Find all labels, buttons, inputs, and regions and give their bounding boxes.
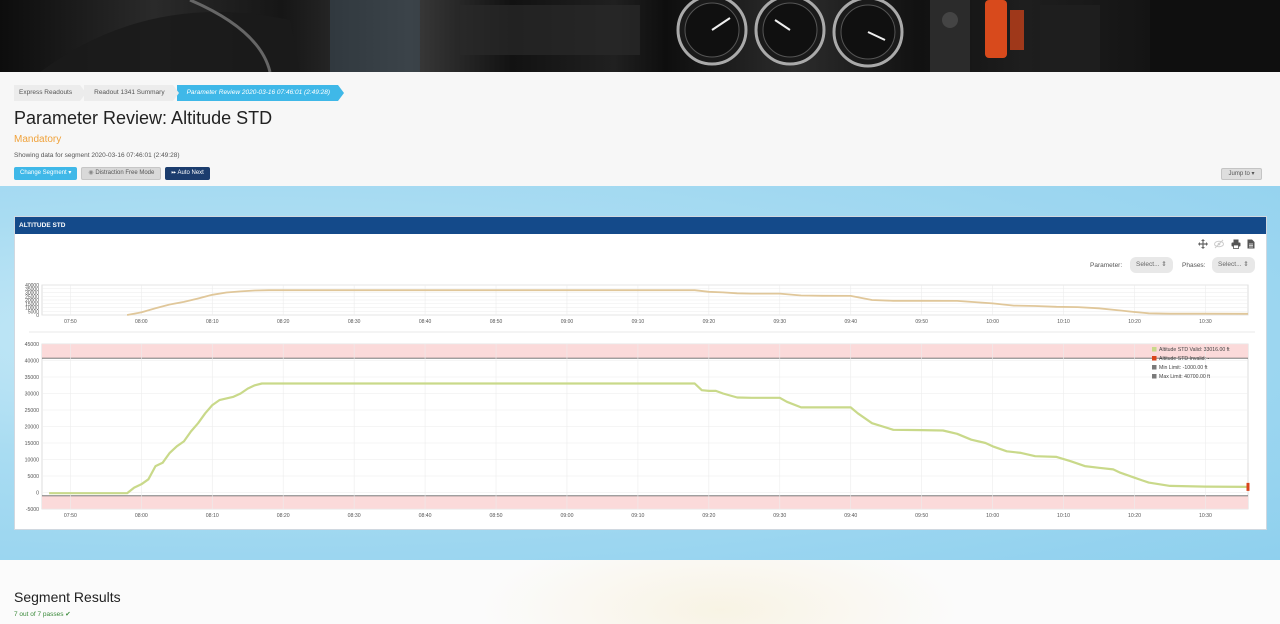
main-y-tick-label: -5000: [26, 507, 39, 513]
invalid-marker: [1246, 482, 1250, 491]
page-title: Parameter Review: Altitude STD: [14, 108, 273, 128]
main-y-tick-label: 35000: [25, 375, 40, 381]
legend-swatch: [1152, 356, 1157, 361]
overview-x-tick-label: 08:50: [490, 319, 503, 325]
overview-x-tick-label: 09:40: [844, 319, 857, 325]
main-x-tick-label: 08:00: [135, 513, 148, 519]
legend-label: Min Limit: -1000.00 ft: [1159, 365, 1208, 371]
hero-banner: [0, 0, 1280, 72]
auto-next-button[interactable]: ⏩︎ Auto Next: [165, 167, 210, 180]
breadcrumb-item-readout-summary[interactable]: Readout 1341 Summary: [84, 85, 180, 101]
min-limit-band: [42, 495, 1248, 509]
main-x-tick-label: 08:50: [490, 513, 503, 519]
overview-y-tick-label: 40000: [25, 283, 39, 289]
overview-x-tick-label: 09:30: [774, 319, 787, 325]
legend-swatch: [1152, 374, 1157, 379]
main-y-tick-label: 25000: [25, 408, 40, 414]
caret-down-icon: ▾: [68, 170, 72, 176]
breadcrumb-item-parameter-review[interactable]: Parameter Review 2020-03-16 07:46:01 (2:…: [176, 85, 345, 101]
change-segment-label: Change Segment: [20, 170, 67, 176]
distraction-free-button[interactable]: ◉ Distraction Free Mode: [81, 167, 162, 180]
main-y-tick-label: 20000: [25, 425, 40, 431]
main-y-tick-label: 10000: [25, 458, 40, 464]
main-x-tick-label: 10:10: [1057, 513, 1070, 519]
change-segment-button[interactable]: Change Segment ▾: [14, 167, 78, 180]
overview-x-tick-label: 09:20: [703, 319, 716, 325]
overview-x-tick-label: 08:30: [348, 319, 361, 325]
main-x-tick-label: 09:30: [773, 513, 786, 519]
main-x-tick-label: 08:40: [419, 513, 432, 519]
segment-results-title: Segment Results: [14, 589, 121, 605]
caret-down-icon: ▾: [1251, 171, 1255, 177]
segment-info: Showing data for segment 2020-03-16 07:4…: [14, 152, 180, 159]
legend-label: Altitude STD Valid: 33016.00 ft: [1159, 347, 1230, 353]
main-y-tick-label: 0: [36, 491, 39, 497]
overview-x-tick-label: 10:00: [986, 319, 999, 325]
overview-x-tick-label: 09:10: [632, 319, 645, 325]
legend-swatch: [1152, 365, 1157, 370]
main-y-tick-label: 40000: [25, 359, 40, 365]
main-x-tick-label: 09:40: [844, 513, 857, 519]
altitude-panel: ALTITUDE STD Parameter: Select... ⇕ Phas…: [14, 216, 1267, 530]
overview-x-tick-label: 09:50: [915, 319, 928, 325]
main-x-tick-label: 10:00: [986, 513, 999, 519]
main-y-tick-label: 30000: [25, 392, 40, 398]
overview-x-tick-label: 10:30: [1199, 319, 1212, 325]
circle-icon: ◉: [88, 170, 94, 176]
main-x-tick-label: 10:30: [1199, 513, 1212, 519]
action-toolbar: Change Segment ▾ ◉ Distraction Free Mode…: [14, 167, 210, 180]
breadcrumb-item-express-readouts[interactable]: Express Readouts: [14, 85, 87, 101]
main-x-tick-label: 09:20: [702, 513, 715, 519]
main-x-tick-label: 09:00: [560, 513, 573, 519]
main-x-tick-label: 08:20: [277, 513, 290, 519]
overview-x-tick-label: 08:10: [206, 319, 219, 325]
page-subtitle: Mandatory: [14, 134, 62, 145]
page-header: Express Readouts Readout 1341 Summary Pa…: [0, 72, 1280, 186]
jump-to-button[interactable]: Jump to ▾: [1221, 168, 1262, 180]
auto-next-label: Auto Next: [177, 170, 204, 176]
jump-to-label: Jump to: [1228, 171, 1250, 177]
main-x-tick-label: 07:50: [64, 513, 77, 519]
distraction-free-label: Distraction Free Mode: [95, 170, 155, 176]
main-y-tick-label: 5000: [27, 474, 39, 480]
footer-background: [0, 560, 1280, 624]
main-x-tick-label: 10:20: [1128, 513, 1141, 519]
cockpit-image: [40, 0, 1280, 72]
main-x-tick-label: 09:50: [915, 513, 928, 519]
overview-x-tick-label: 10:20: [1128, 319, 1141, 325]
overview-x-tick-label: 08:40: [419, 319, 432, 325]
main-y-tick-label: 15000: [25, 441, 40, 447]
legend-label: Altitude STD Invalid: -: [1159, 356, 1209, 362]
overview-x-tick-label: 08:00: [135, 319, 148, 325]
overview-x-tick-label: 07:50: [64, 319, 77, 325]
breadcrumb: Express Readouts Readout 1341 Summary Pa…: [14, 85, 345, 101]
main-x-tick-label: 08:10: [206, 513, 219, 519]
main-x-tick-label: 09:10: [631, 513, 644, 519]
main-y-tick-label: 45000: [25, 342, 40, 348]
panel-title: ALTITUDE STD: [15, 217, 1266, 234]
max-limit-band: [42, 344, 1248, 359]
legend-swatch: [1152, 347, 1157, 352]
main-x-tick-label: 08:30: [348, 513, 361, 519]
fast-forward-icon: ⏩︎: [171, 170, 177, 176]
segment-results-summary: 7 out of 7 passes ✔: [14, 611, 71, 618]
overview-x-tick-label: 09:00: [561, 319, 574, 325]
legend-label: Max Limit: 40700.00 ft: [1159, 374, 1211, 380]
overview-x-tick-label: 08:20: [277, 319, 290, 325]
overview-x-tick-label: 10:10: [1057, 319, 1070, 325]
altitude-charts[interactable]: 0 5000 10000 15000 20000 25000 30000 35000 40000…: [15, 235, 1266, 529]
